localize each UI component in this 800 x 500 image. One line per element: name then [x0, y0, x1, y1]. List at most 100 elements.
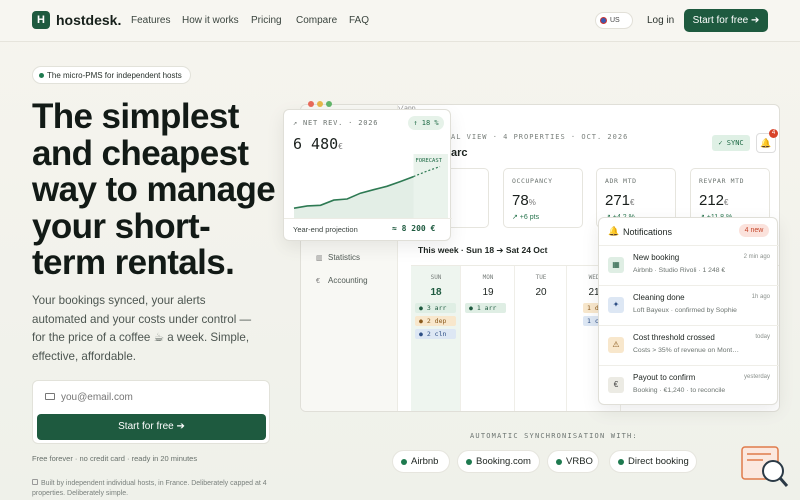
nav-link-faq[interactable]: FAQ — [349, 15, 369, 26]
revenue-value: 6 480€ — [293, 135, 343, 153]
sidebar-item-statistics[interactable]: ▥ Statistics — [316, 253, 360, 262]
start-free-button[interactable]: Start for free ➔ — [37, 414, 266, 440]
notification-title: Cost threshold crossed — [633, 333, 715, 342]
brand-name[interactable]: hostdesk. — [56, 12, 121, 28]
sync-title: AUTOMATIC SYNCHRONISATION WITH: — [470, 432, 638, 440]
platform-direct-booking: Direct booking — [609, 450, 697, 473]
notification-item[interactable]: ▦ New booking Airbnb · Studio Rivoli · 1 2… — [599, 245, 779, 285]
nav-link-pricing[interactable]: Pricing — [251, 15, 282, 26]
kpi-value: 271€ — [605, 192, 634, 209]
day-name: SUN — [430, 274, 442, 281]
day-number: 18 — [430, 287, 442, 298]
language-selector[interactable]: US — [595, 12, 633, 29]
notification-detail: Airbnb · Studio Rivoli · 1 248 € — [633, 267, 726, 274]
sync-badge[interactable]: ✓ SYNC — [712, 135, 750, 151]
notification-title: Payout to confirm — [633, 373, 696, 382]
notification-item[interactable]: ⚠ Cost threshold crossed Costs > 35% of re… — [599, 325, 779, 365]
euro-icon: € — [316, 278, 320, 285]
headline-line: The simplest — [32, 97, 239, 136]
day-column[interactable]: SUN 18 ● 3 arr ● 2 dep ● 2 cln — [411, 266, 461, 411]
kpi-card-occupancy: OCCUPANCY 78% ↗ +6 pts — [503, 168, 583, 228]
revenue-chart: FORECAST — [293, 154, 448, 218]
built-by-text: Built by independent individual hosts, i… — [32, 480, 267, 497]
kpi-unit: € — [630, 198, 635, 207]
signup-form: Start for free ➔ — [32, 380, 270, 444]
new-count-badge: 4 new — [739, 224, 769, 237]
kpi-delta: ↗ +6 pts — [512, 214, 540, 221]
window-close-dot[interactable] — [308, 101, 314, 107]
week-title: This week · Sun 18 ➔ Sat 24 Oct — [418, 245, 548, 255]
email-input[interactable] — [61, 389, 261, 405]
notification-time: 2 min ago — [743, 254, 770, 260]
window-minimize-dot[interactable] — [317, 101, 323, 107]
departures-chip[interactable]: ● 2 dep — [415, 316, 456, 326]
revenue-label-text: NET REV. · 2026 — [303, 119, 379, 127]
notification-item[interactable]: ✦ Cleaning done Loft Bayeux · confirmed by… — [599, 285, 779, 325]
kpi-unit: % — [528, 198, 536, 207]
sidebar-item-label: Statistics — [328, 253, 361, 262]
cleaning-icon: ✦ — [608, 297, 624, 313]
net-revenue-card: ↗ NET REV. · 2026 ↑ 18 % 6 480€ FORECAST… — [283, 109, 452, 241]
notification-title: Cleaning done — [633, 293, 685, 302]
email-field[interactable] — [37, 386, 265, 408]
forecast-label: FORECAST — [416, 158, 443, 164]
kpi-value: 212€ — [699, 192, 728, 209]
platform-booking: Booking.com — [457, 450, 540, 473]
day-column[interactable]: TUE 20 — [515, 266, 567, 411]
kpi-value: 78% — [512, 192, 536, 209]
headline-line: way to manage — [32, 170, 276, 209]
headline-line: your short- — [32, 206, 211, 246]
hero-headline: The simplest and cheapest way to manage … — [32, 97, 292, 282]
mail-icon — [45, 393, 55, 400]
kpi-number: 271 — [605, 192, 631, 209]
notification-time: today — [755, 334, 770, 340]
window-maximize-dot[interactable] — [326, 101, 332, 107]
headline-line: and cheapest — [32, 133, 249, 173]
help-search-icon[interactable] — [741, 446, 789, 488]
notification-time: yesterday — [743, 374, 770, 380]
platform-airbnb: Airbnb — [392, 450, 450, 473]
notification-count: 4 — [769, 129, 778, 138]
nav-link-compare[interactable]: Compare — [296, 15, 337, 26]
kpi-number: 212 — [699, 192, 725, 209]
view-header: AL VIEW · 4 PROPERTIES · OCT. 2026 — [451, 133, 629, 141]
day-column[interactable]: MON 19 ● 1 arr — [461, 266, 515, 411]
notification-detail: Loft Bayeux · confirmed by Sophie — [633, 307, 737, 314]
kpi-unit: € — [724, 198, 729, 207]
arrivals-chip[interactable]: ● 3 arr — [415, 303, 456, 313]
view-title: arc — [451, 147, 468, 159]
day-name: MON — [482, 274, 494, 281]
cleanings-chip[interactable]: ● 2 cln — [415, 329, 456, 339]
start-free-button-nav[interactable]: Start for free ➔ — [684, 9, 768, 32]
platform-vrbo: VRBO — [547, 450, 599, 473]
bar-chart-icon: ▥ — [316, 255, 323, 262]
day-number: 19 — [482, 287, 494, 298]
revenue-number: 6 480 — [293, 135, 339, 153]
nav-link-features[interactable]: Features — [131, 15, 170, 26]
top-nav: H hostdesk. Features How it works Pricin… — [0, 0, 800, 42]
trend-icon: ↗ — [293, 119, 304, 127]
kpi-label: REVPAR MTD — [699, 177, 745, 185]
notifications-title: Notifications — [623, 227, 673, 237]
sidebar-item-accounting[interactable]: € Accounting — [316, 276, 368, 285]
notification-item[interactable]: € Payout to confirm Booking · €1,240 · to … — [599, 365, 779, 405]
logo-icon[interactable]: H — [32, 11, 50, 29]
notification-detail: Booking · €1,240 · to reconcile — [633, 387, 726, 394]
notification-detail: Costs > 35% of revenue on Montmartre — [633, 347, 743, 354]
language-label: US — [610, 17, 620, 24]
us-flag-icon — [600, 16, 607, 24]
arrivals-chip[interactable]: ● 1 arr — [465, 303, 506, 313]
projection-label: Year-end projection — [293, 225, 358, 234]
headline-line: term rentals. — [32, 243, 235, 282]
kpi-label: ADR MTD — [605, 177, 637, 185]
built-by-note: Built by independent individual hosts, i… — [32, 479, 272, 499]
bell-icon: 🔔 — [608, 226, 620, 236]
revenue-unit: € — [338, 142, 343, 151]
euro-icon: € — [608, 377, 624, 393]
day-name: TUE — [535, 274, 547, 281]
kpi-number: 78 — [512, 192, 529, 209]
revenue-growth-badge: ↑ 18 % — [408, 116, 444, 130]
login-link[interactable]: Log in — [647, 15, 674, 26]
nav-link-how-it-works[interactable]: How it works — [182, 15, 239, 26]
day-number: 20 — [535, 287, 547, 298]
